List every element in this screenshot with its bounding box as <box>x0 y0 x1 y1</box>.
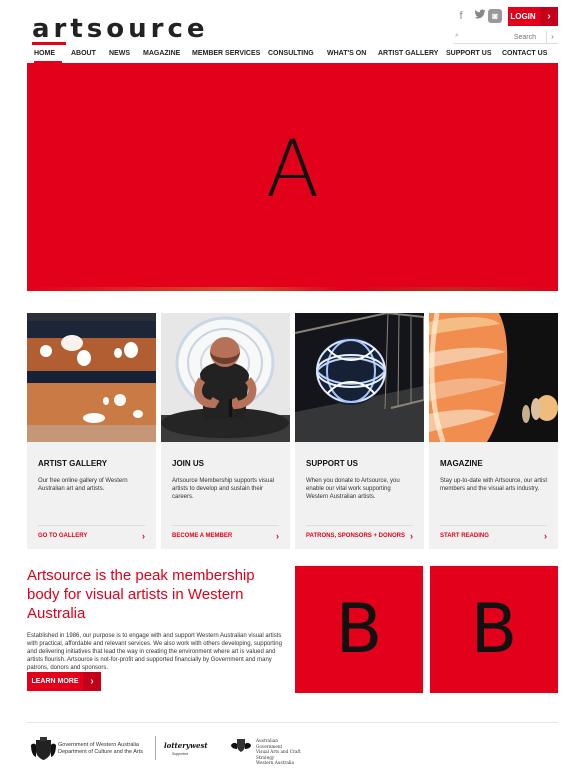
card-title: MAGAZINE <box>440 459 483 468</box>
intro-body: Established in 1986, our purpose is to e… <box>27 633 282 671</box>
card-description: Our free online gallery of Western Austr… <box>38 478 128 492</box>
card-title: JOIN US <box>172 459 205 468</box>
nav-whats-on[interactable]: WHAT'S ON <box>327 50 366 57</box>
nav-news[interactable]: NEWS <box>109 50 130 57</box>
promo-box-letter: B <box>335 590 383 669</box>
patrons-sponsors-donors-link[interactable]: PATRONS, SPONSORS + DONORS › <box>306 525 413 541</box>
chevron-right-icon: › <box>540 7 558 26</box>
wa-line-1: Government of Western Australia <box>58 742 139 748</box>
nav-member-services[interactable]: MEMBER SERVICES <box>192 50 260 57</box>
artist-gallery-card[interactable]: ARTIST GALLERY Our free online gallery o… <box>27 313 156 549</box>
chevron-right-icon: › <box>410 531 413 541</box>
twitter-icon-glyph <box>474 9 486 19</box>
promo-box-b-right[interactable]: B <box>430 566 558 693</box>
abstract-painting-image <box>27 313 156 442</box>
search-bar: ⌕ › <box>453 31 558 44</box>
learn-more-button[interactable]: LEARN MORE › <box>27 672 101 691</box>
nav-artist-gallery[interactable]: ARTIST GALLERY <box>378 50 438 57</box>
artsource-logo[interactable]: artsource <box>32 14 209 44</box>
go-to-gallery-link[interactable]: GO TO GALLERY › <box>38 525 145 541</box>
magazine-image <box>429 313 558 442</box>
card-title: SUPPORT US <box>306 459 359 468</box>
card-link-label: GO TO GALLERY <box>38 533 88 539</box>
chevron-right-icon: › <box>276 531 279 541</box>
nav-magazine[interactable]: MAGAZINE <box>143 50 180 57</box>
search-submit-icon[interactable]: › <box>546 31 558 43</box>
artist-gallery-image <box>27 313 156 442</box>
hero-banner[interactable]: A <box>27 63 558 291</box>
login-label: LOGIN <box>510 12 536 21</box>
twitter-icon[interactable] <box>472 8 488 24</box>
glass-sculpture-photo <box>429 313 558 442</box>
lotterywest-subtext: Supported <box>172 752 189 756</box>
australian-government-text: Australian Government Visual Arts and Cr… <box>256 738 305 766</box>
site-header: artsource f ◙ LOGIN › ⌕ › HOME ABOUT NEW… <box>0 0 562 63</box>
search-input[interactable] <box>465 31 536 43</box>
nav-about[interactable]: ABOUT <box>71 50 96 57</box>
main-navigation: HOME ABOUT NEWS MAGAZINE MEMBER SERVICES… <box>0 46 562 63</box>
aus-line-1: Australian Government <box>256 738 283 749</box>
login-button[interactable]: LOGIN › <box>508 7 558 26</box>
hero-strip <box>27 287 558 291</box>
support-us-image <box>295 313 424 442</box>
promo-box-letter: B <box>470 590 518 669</box>
lotterywest-logo[interactable]: lotterywest Supported <box>155 736 208 760</box>
card-link-label: START READING <box>440 533 489 539</box>
wa-crest-icon <box>31 737 56 760</box>
card-description: When you donate to Artsource, you enable… <box>306 478 400 500</box>
logo-underline <box>32 42 66 45</box>
start-reading-link[interactable]: START READING › <box>440 525 547 541</box>
chevron-right-icon: › <box>83 672 101 691</box>
support-us-card[interactable]: SUPPORT US When you donate to Artsource,… <box>295 313 424 549</box>
intro-section: Artsource is the peak membership body fo… <box>27 566 289 672</box>
card-link-label: PATRONS, SPONSORS + DONORS <box>306 533 405 539</box>
learn-more-label: LEARN MORE <box>31 678 79 685</box>
card-title: ARTIST GALLERY <box>38 459 108 468</box>
chevron-right-icon: › <box>544 531 547 541</box>
chevron-right-icon: › <box>142 531 145 541</box>
aus-line-3: Western Australia <box>256 760 295 765</box>
artist-working-photo <box>161 313 290 442</box>
magazine-card[interactable]: MAGAZINE Stay up-to-date with Artsource,… <box>429 313 558 549</box>
card-description: Artsource Membership supports visual art… <box>172 478 275 500</box>
become-a-member-link[interactable]: BECOME A MEMBER › <box>172 525 279 541</box>
light-sphere-photo <box>295 313 424 442</box>
promo-box-b-left[interactable]: B <box>295 566 423 693</box>
nav-consulting[interactable]: CONSULTING <box>268 50 314 57</box>
facebook-icon[interactable]: f <box>453 8 469 24</box>
card-description: Stay up-to-date with Artsource, our arti… <box>440 478 548 492</box>
australian-crest-icon <box>231 739 251 752</box>
card-link-label: BECOME A MEMBER <box>172 533 233 539</box>
nav-home[interactable]: HOME <box>34 50 55 57</box>
footer-divider <box>27 722 558 723</box>
search-icon: ⌕ <box>455 32 459 39</box>
wa-government-logo[interactable]: Government of Western Australia Departme… <box>31 736 149 760</box>
hero-letter: A <box>265 125 320 215</box>
australian-government-logo[interactable]: Australian Government Visual Arts and Cr… <box>230 736 305 765</box>
lotterywest-wordmark: lotterywest <box>164 741 208 750</box>
nav-contact-us[interactable]: CONTACT US <box>502 50 547 57</box>
intro-heading: Artsource is the peak membership body fo… <box>27 567 255 622</box>
aus-line-2: Visual Arts and Craft Strategy <box>256 749 301 760</box>
wa-line-2: Department of Culture and the Arts <box>58 749 143 755</box>
join-us-card[interactable]: JOIN US Artsource Membership supports vi… <box>161 313 290 549</box>
join-us-image <box>161 313 290 442</box>
nav-support-us[interactable]: SUPPORT US <box>446 50 492 57</box>
instagram-icon[interactable]: ◙ <box>488 9 502 23</box>
wa-government-text: Government of Western Australia Departme… <box>58 742 148 756</box>
